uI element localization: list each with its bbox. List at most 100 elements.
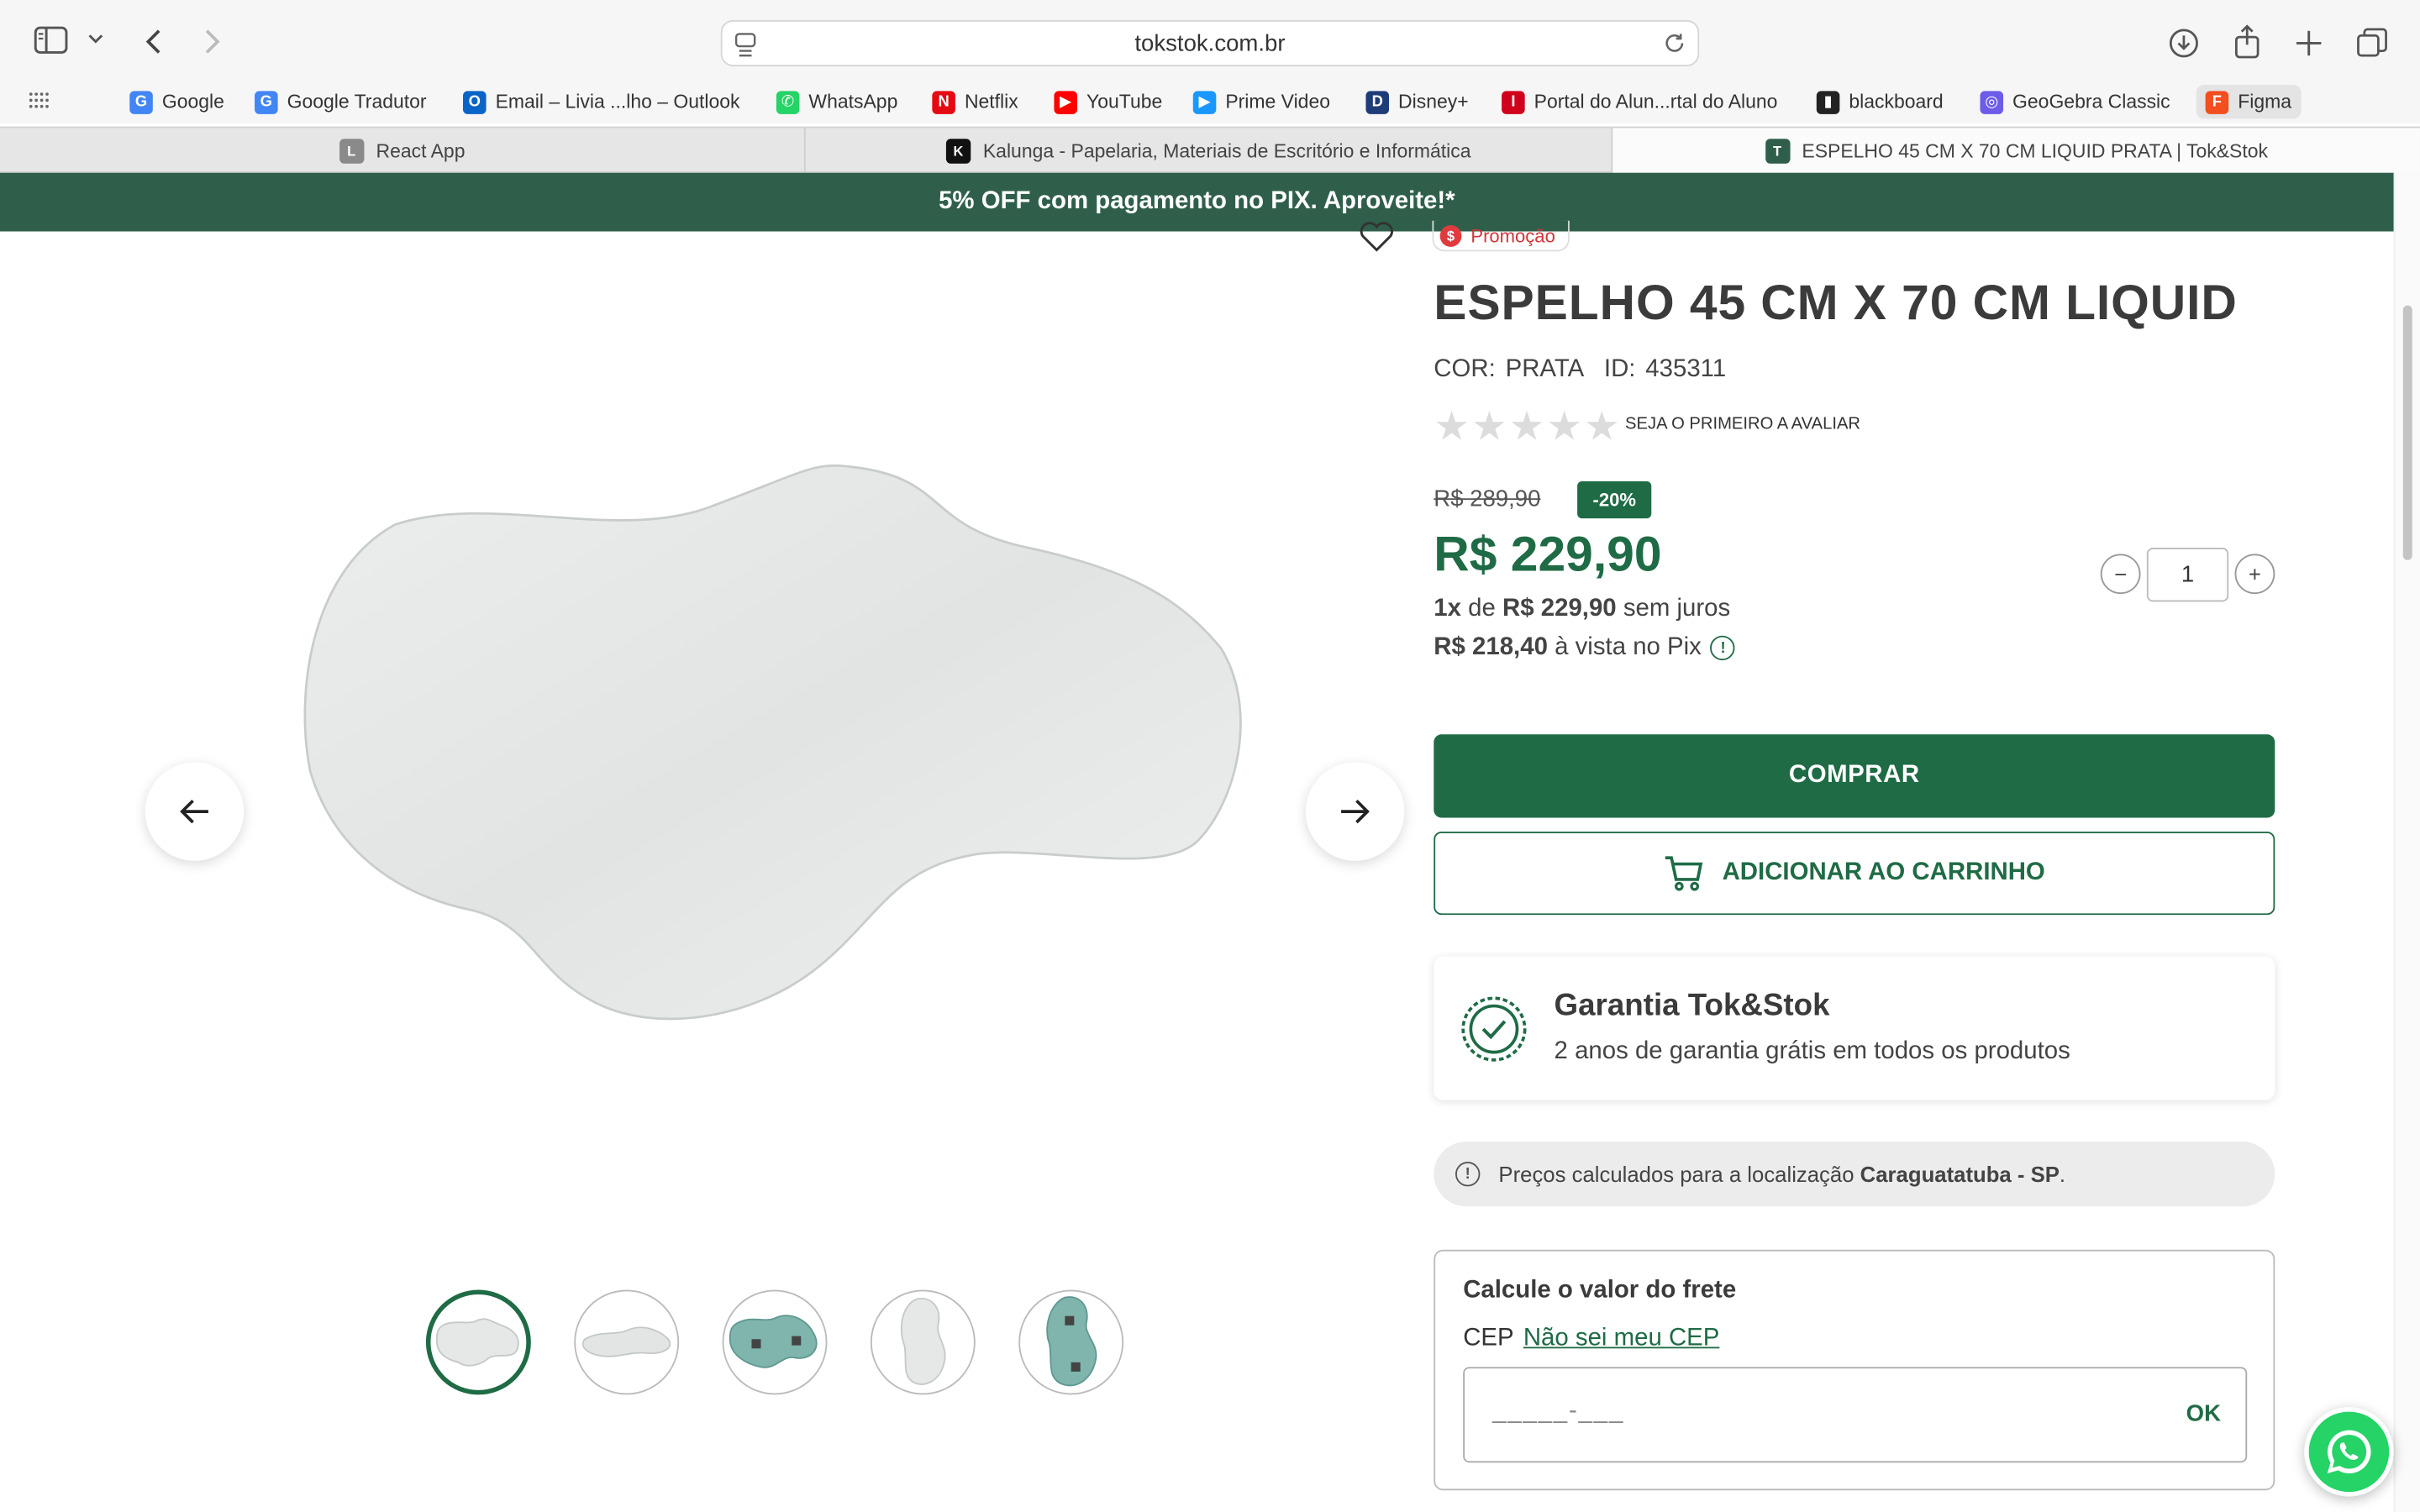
whatsapp-chat-button[interactable] [2304, 1407, 2394, 1497]
bookmark-label: Disney+ [1398, 91, 1469, 113]
youtube-icon: ▶ [1054, 90, 1078, 113]
gallery-thumbnail[interactable] [870, 1289, 976, 1395]
installments-text: 1x de R$ 229,90 sem juros [1434, 596, 1730, 623]
cep-ok-button[interactable]: OK [2186, 1401, 2221, 1427]
url-text[interactable]: tokstok.com.br [723, 31, 1698, 57]
bookmark-label: Google Tradutor [287, 91, 427, 113]
tab-react-app[interactable]: L React App [0, 128, 806, 173]
add-to-cart-label: ADICIONAR AO CARRINHO [1722, 859, 2045, 886]
star-icon[interactable]: ★ [1509, 406, 1545, 446]
cep-label: CEP [1463, 1325, 1514, 1352]
discount-badge: -20% [1577, 481, 1652, 519]
back-icon[interactable] [144, 28, 162, 55]
old-price: R$ 289,90 [1434, 486, 1541, 512]
tab-kalunga[interactable]: K Kalunga - Papelaria, Materiais de Escr… [806, 128, 1613, 173]
gallery-thumbnail[interactable] [574, 1289, 680, 1395]
warranty-card: Garantia Tok&Stok 2 anos de garantia grá… [1434, 956, 2275, 1100]
star-icon[interactable]: ★ [1584, 406, 1620, 446]
bookmark-figma[interactable]: F Figma [2196, 85, 2302, 119]
location-suffix: . [2059, 1162, 2066, 1187]
bookmark-label: WhatsApp [808, 91, 898, 113]
gallery-thumbnail[interactable] [425, 1289, 531, 1395]
tab-bar: L React App K Kalunga - Papelaria, Mater… [0, 126, 2420, 173]
add-to-cart-button[interactable]: ADICIONAR AO CARRINHO [1434, 831, 2275, 916]
chevron-down-icon[interactable] [88, 33, 103, 45]
forward-icon[interactable] [203, 28, 222, 55]
unknown-cep-link[interactable]: Não sei meu CEP [1523, 1326, 1720, 1353]
downloads-icon[interactable] [2169, 28, 2200, 59]
favorite-heart-icon[interactable] [1358, 219, 1395, 261]
gallery-prev-button[interactable] [145, 762, 245, 861]
bookmark-google-translate[interactable]: G Google Tradutor [255, 87, 427, 118]
star-icon[interactable]: ★ [1546, 406, 1582, 446]
star-icon[interactable]: ★ [1434, 406, 1470, 446]
bookmark-label: GeoGebra Classic [2012, 91, 2170, 113]
prime-video-icon: ▶ [1192, 90, 1217, 113]
outlook-icon: O [463, 90, 487, 113]
product-image-mirror[interactable] [302, 463, 1247, 1027]
bookmark-label: Portal do Alun...rtal do Aluno [1534, 91, 1778, 113]
gallery-next-button[interactable] [1305, 762, 1405, 861]
bookmark-label: blackboard [1849, 91, 1944, 113]
bookmark-geogebra[interactable]: ◎ GeoGebra Classic [1980, 87, 2170, 118]
quantity-decrease-button[interactable]: − [2100, 554, 2141, 595]
bookmark-label: YouTube [1086, 91, 1163, 113]
location-city: Caraguatatuba - SP [1860, 1162, 2060, 1187]
bookmark-prime-video[interactable]: ▶ Prime Video [1192, 87, 1330, 118]
promo-badge-label: Promoção [1470, 224, 1555, 246]
promo-tag-icon: $ [1439, 224, 1462, 246]
installments-count: 1x [1434, 595, 1461, 622]
bookmark-netflix[interactable]: N Netflix [932, 87, 1018, 118]
product-id: ID: 435311 [1603, 356, 1727, 383]
quantity-input[interactable] [2146, 548, 2229, 602]
warranty-description: 2 anos de garantia grátis em todos os pr… [1554, 1038, 2070, 1065]
scrollbar-thumb[interactable] [2402, 305, 2412, 560]
promo-banner[interactable]: 5% OFF com pagamento no PIX. Aproveite!* [0, 172, 2394, 232]
share-icon[interactable] [2233, 24, 2261, 59]
gallery-thumbnail[interactable] [1018, 1289, 1124, 1395]
browser-toolbar: tokstok.com.br [0, 0, 2420, 77]
apps-grid-icon[interactable] [28, 91, 50, 109]
warranty-badge-icon [1459, 994, 1529, 1073]
bookmark-portal[interactable]: I Portal do Alun...rtal do Aluno [1502, 87, 1777, 118]
bookmark-youtube[interactable]: ▶ YouTube [1054, 87, 1162, 118]
info-icon[interactable]: ! [1710, 635, 1736, 661]
tab-label: Kalunga - Papelaria, Materiais de Escrit… [982, 139, 1471, 161]
tab-label: ESPELHO 45 CM X 70 CM LIQUID PRATA | Tok… [1802, 139, 2269, 161]
bookmark-google[interactable]: G Google [129, 87, 224, 118]
gallery-thumbnail[interactable] [722, 1289, 828, 1395]
blackboard-icon: ▮ [1816, 90, 1840, 113]
bookmark-label: Netflix [964, 91, 1018, 113]
pix-value: R$ 218,40 [1434, 633, 1548, 661]
bookmark-outlook[interactable]: O Email – Livia ...lho – Outlook [463, 87, 740, 118]
bookmark-disney-plus[interactable]: D Disney+ [1365, 87, 1469, 118]
star-icon[interactable]: ★ [1471, 406, 1507, 446]
new-tab-icon[interactable] [2295, 29, 2323, 57]
disney-plus-icon: D [1365, 90, 1390, 113]
google-icon: G [129, 90, 153, 113]
page-scrollbar[interactable] [2393, 172, 2420, 1512]
address-bar[interactable]: tokstok.com.br [720, 19, 1700, 66]
bookmarks-bar: G Google G Google Tradutor O Email – Livia ..… [0, 76, 2420, 123]
current-price: R$ 229,90 [1434, 526, 1662, 582]
buy-button[interactable]: COMPRAR [1434, 734, 2275, 818]
location-prefix: Preços calculados para a localização [1498, 1162, 1854, 1187]
rating-stars[interactable]: ★ ★ ★ ★ ★ [1434, 406, 1619, 446]
quantity-increase-button[interactable]: + [2234, 554, 2275, 595]
cep-input[interactable]: _____-___ OK [1463, 1367, 2248, 1463]
cart-icon [1665, 856, 1703, 891]
tab-overview-icon[interactable] [2357, 28, 2388, 59]
installments-value: R$ 229,90 [1502, 595, 1617, 622]
bookmark-label: Prime Video [1225, 91, 1330, 113]
sidebar-toggle-icon[interactable] [34, 26, 68, 54]
tab-tokstok[interactable]: T ESPELHO 45 CM X 70 CM LIQUID PRATA | T… [1612, 128, 2420, 173]
info-icon: ! [1455, 1162, 1481, 1187]
arrow-right-icon [1341, 799, 1370, 824]
bookmark-whatsapp[interactable]: ✆ WhatsApp [776, 87, 897, 118]
rating-cta[interactable]: SEJA O PRIMEIRO A AVALIAR [1625, 415, 1860, 433]
tokstok-icon: T [1765, 138, 1790, 163]
location-notice[interactable]: ! Preços calculados para a localização C… [1434, 1142, 2275, 1207]
bookmark-blackboard[interactable]: ▮ blackboard [1816, 87, 1944, 118]
reload-icon[interactable] [1664, 33, 1686, 55]
bookmark-label: Email – Livia ...lho – Outlook [495, 91, 740, 113]
